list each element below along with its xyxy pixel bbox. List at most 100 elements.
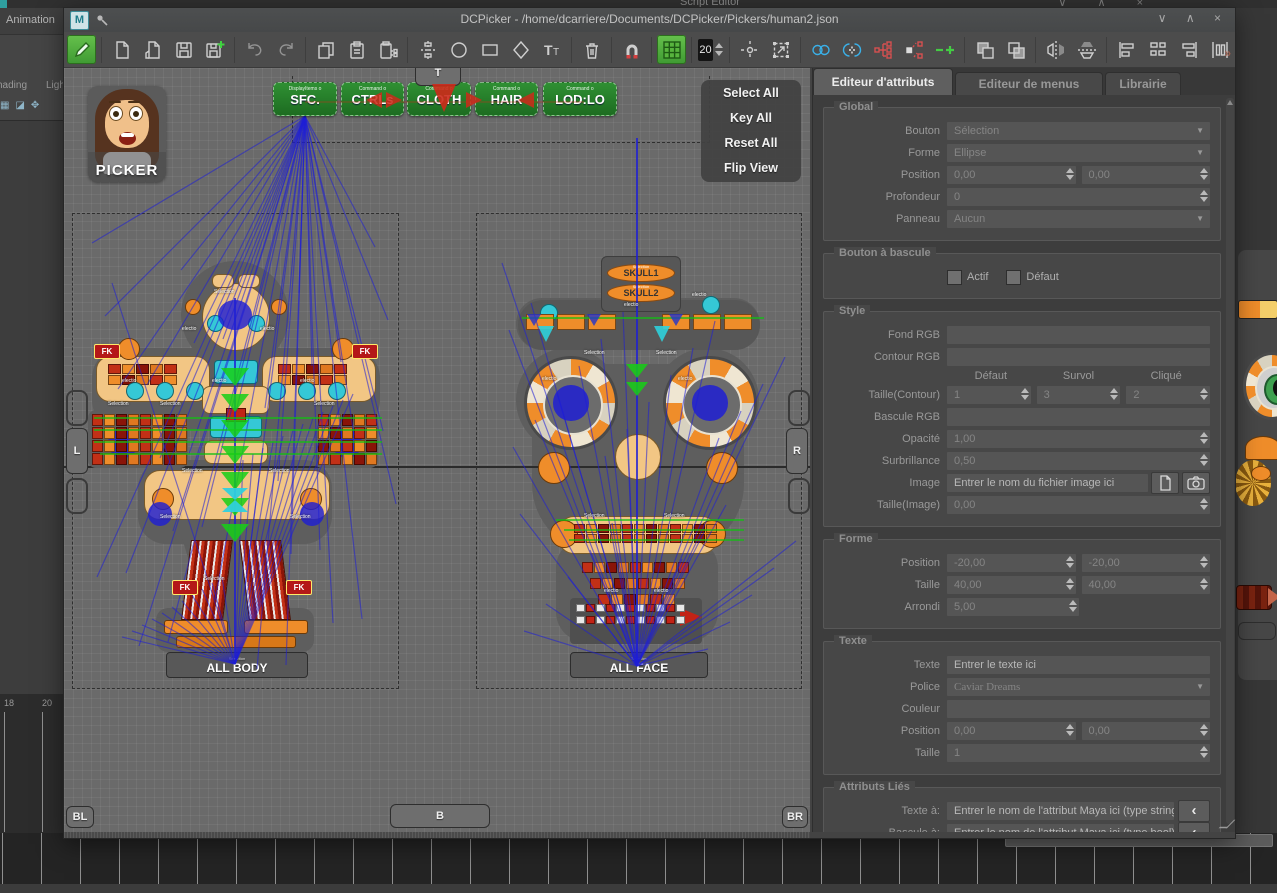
align-left-icon[interactable] [1112,35,1141,64]
toolbar-overflow-chevron[interactable]: » [1224,46,1231,60]
save-as-file-icon[interactable] [200,35,229,64]
texte-a-input[interactable]: Entrer le nom de l'attribut Maya ici (ty… [947,802,1174,820]
texte-input[interactable]: Entrer le texte ici [947,656,1210,674]
actif-checkbox[interactable] [947,270,962,285]
opacite-field[interactable]: 1,00 [947,430,1210,448]
chevron-down-icon: ▼ [1196,678,1204,696]
pick-attribute-button[interactable]: ‹ [1178,822,1210,832]
texte-position-x[interactable]: 0,00 [947,722,1076,740]
timeline-tick [42,712,43,832]
paste-attributes-icon[interactable] [373,35,402,64]
toolbar: TT 20 [64,32,1235,68]
polygon-shape-icon[interactable] [506,35,535,64]
forme-taille-x[interactable]: 40,00 [947,576,1076,594]
taille-image-field[interactable]: 0,00 [947,496,1210,514]
new-file-icon[interactable] [107,35,136,64]
background-picker-fragment [1235,8,1277,833]
add-remove-link-icon[interactable] [930,35,959,64]
profondeur-field[interactable]: 0 [947,188,1210,206]
script-editor-controls: ∨ ∧ × [1058,0,1157,8]
red-arrows-overlay [64,68,810,832]
align-right-icon[interactable] [1174,35,1203,64]
text-shape-icon[interactable]: TT [537,35,566,64]
link-hierarchy-icon[interactable] [868,35,897,64]
group-forme: Forme Position -20,00 -20,00 Taille 40,0… [823,539,1221,629]
picker-canvas[interactable]: FK FK FK FK Selection ALL BODY Selection… [64,68,810,832]
image-file-input[interactable]: Entrer le nom du fichier image ici [947,474,1148,492]
send-backward-icon[interactable] [1001,35,1030,64]
texte-taille-field[interactable]: 1 [947,744,1210,762]
couleur-field[interactable] [947,700,1210,718]
maya-left-column: Animation hading Ligh ▦◪✥ 18 20 [0,8,64,893]
forme-dropdown[interactable]: Ellipse▼ [947,144,1210,162]
grid-size-stepper[interactable] [715,38,723,62]
undo-icon[interactable] [240,35,269,64]
save-file-icon[interactable] [169,35,198,64]
paste-icon[interactable] [342,35,371,64]
tab-librairie[interactable]: Librairie [1105,72,1181,95]
taille-contour-clique[interactable]: 2 [1126,386,1210,404]
panneau-dropdown[interactable]: Aucun▼ [947,210,1210,228]
flip-horizontal-icon[interactable] [1041,35,1070,64]
open-file-icon[interactable] [138,35,167,64]
timeline-left[interactable]: 18 20 [0,694,64,833]
timeline-tick-label: 20 [42,698,52,708]
forme-position-y[interactable]: -20,00 [1082,554,1211,572]
rectangle-shape-icon[interactable] [475,35,504,64]
contour-rgb-field[interactable] [947,348,1210,366]
taille-contour-defaut[interactable]: 1 [947,386,1031,404]
copy-icon[interactable] [311,35,340,64]
defaut-checkbox[interactable] [1006,270,1021,285]
panel-scrollbar[interactable] [1226,98,1234,824]
arrondi-field[interactable]: 5,00 [947,598,1079,616]
pivot-position-icon[interactable] [735,35,764,64]
minimize-button[interactable]: ∨ [1158,11,1167,25]
bascule-a-input[interactable]: Entrer le nom de l'attribut Maya ici (ty… [947,824,1174,832]
unlink-hierarchy-icon[interactable] [899,35,928,64]
transform-scale-icon[interactable] [766,35,795,64]
chevron-down-icon: ▼ [1196,144,1204,162]
group-attributs-lies: Attributs Liés Texte à: Entrer le nom de… [823,787,1221,832]
animation-menu-set[interactable]: Animation [0,8,64,35]
redo-icon[interactable] [271,35,300,64]
window-titlebar[interactable]: M DCPicker - /home/dcarriere/Documents/D… [64,8,1235,33]
grid-size-field[interactable]: 20 [698,39,713,61]
bring-forward-icon[interactable] [970,35,999,64]
ellipse-shape-icon[interactable] [444,35,473,64]
panel-content: Global Bouton Sélection▼ Forme Ellipse▼ … [813,95,1235,832]
camera-capture-button[interactable] [1182,472,1210,494]
police-dropdown[interactable]: Caviar Dreams▼ [947,678,1210,696]
pick-attribute-button[interactable]: ‹ [1178,800,1210,822]
timeline-bottom-bar [0,884,1277,893]
tab-editeur-attributs[interactable]: Editeur d'attributs [813,68,953,95]
canvas-hscrollbar[interactable] [64,832,810,838]
bg-brown-bar [1236,585,1272,610]
unlink-buttons-icon[interactable] [837,35,866,64]
magnet-snap-icon[interactable] [617,35,646,64]
distribute-vertical-icon[interactable] [413,35,442,64]
tab-editeur-menus[interactable]: Editeur de menus [955,72,1103,95]
surbrillance-field[interactable]: 0,50 [947,452,1210,470]
group-global: Global Bouton Sélection▼ Forme Ellipse▼ … [823,107,1221,241]
maximize-button[interactable]: ∧ [1186,11,1195,25]
svg-text:T: T [544,42,553,58]
fond-rgb-field[interactable] [947,326,1210,344]
browse-file-button[interactable] [1151,472,1179,494]
viewport-icon-row[interactable]: ▦◪✥ [0,100,64,118]
edit-mode-pencil-icon[interactable] [67,35,96,64]
global-position-x[interactable]: 0,00 [947,166,1076,184]
align-stack-icon[interactable] [1143,35,1172,64]
texte-position-y[interactable]: 0,00 [1082,722,1211,740]
link-buttons-icon[interactable] [806,35,835,64]
close-button[interactable]: × [1214,11,1221,25]
flip-vertical-icon[interactable] [1072,35,1101,64]
grid-snap-icon[interactable] [657,35,686,64]
forme-taille-y[interactable]: 40,00 [1082,576,1211,594]
global-position-y[interactable]: 0,00 [1082,166,1211,184]
delete-trash-icon[interactable] [577,35,606,64]
taille-contour-survol[interactable]: 3 [1037,386,1121,404]
bascule-rgb-field[interactable] [947,408,1210,426]
forme-position-x[interactable]: -20,00 [947,554,1076,572]
bouton-dropdown[interactable]: Sélection▼ [947,122,1210,140]
viewport-menus[interactable]: hading Ligh [0,80,64,98]
